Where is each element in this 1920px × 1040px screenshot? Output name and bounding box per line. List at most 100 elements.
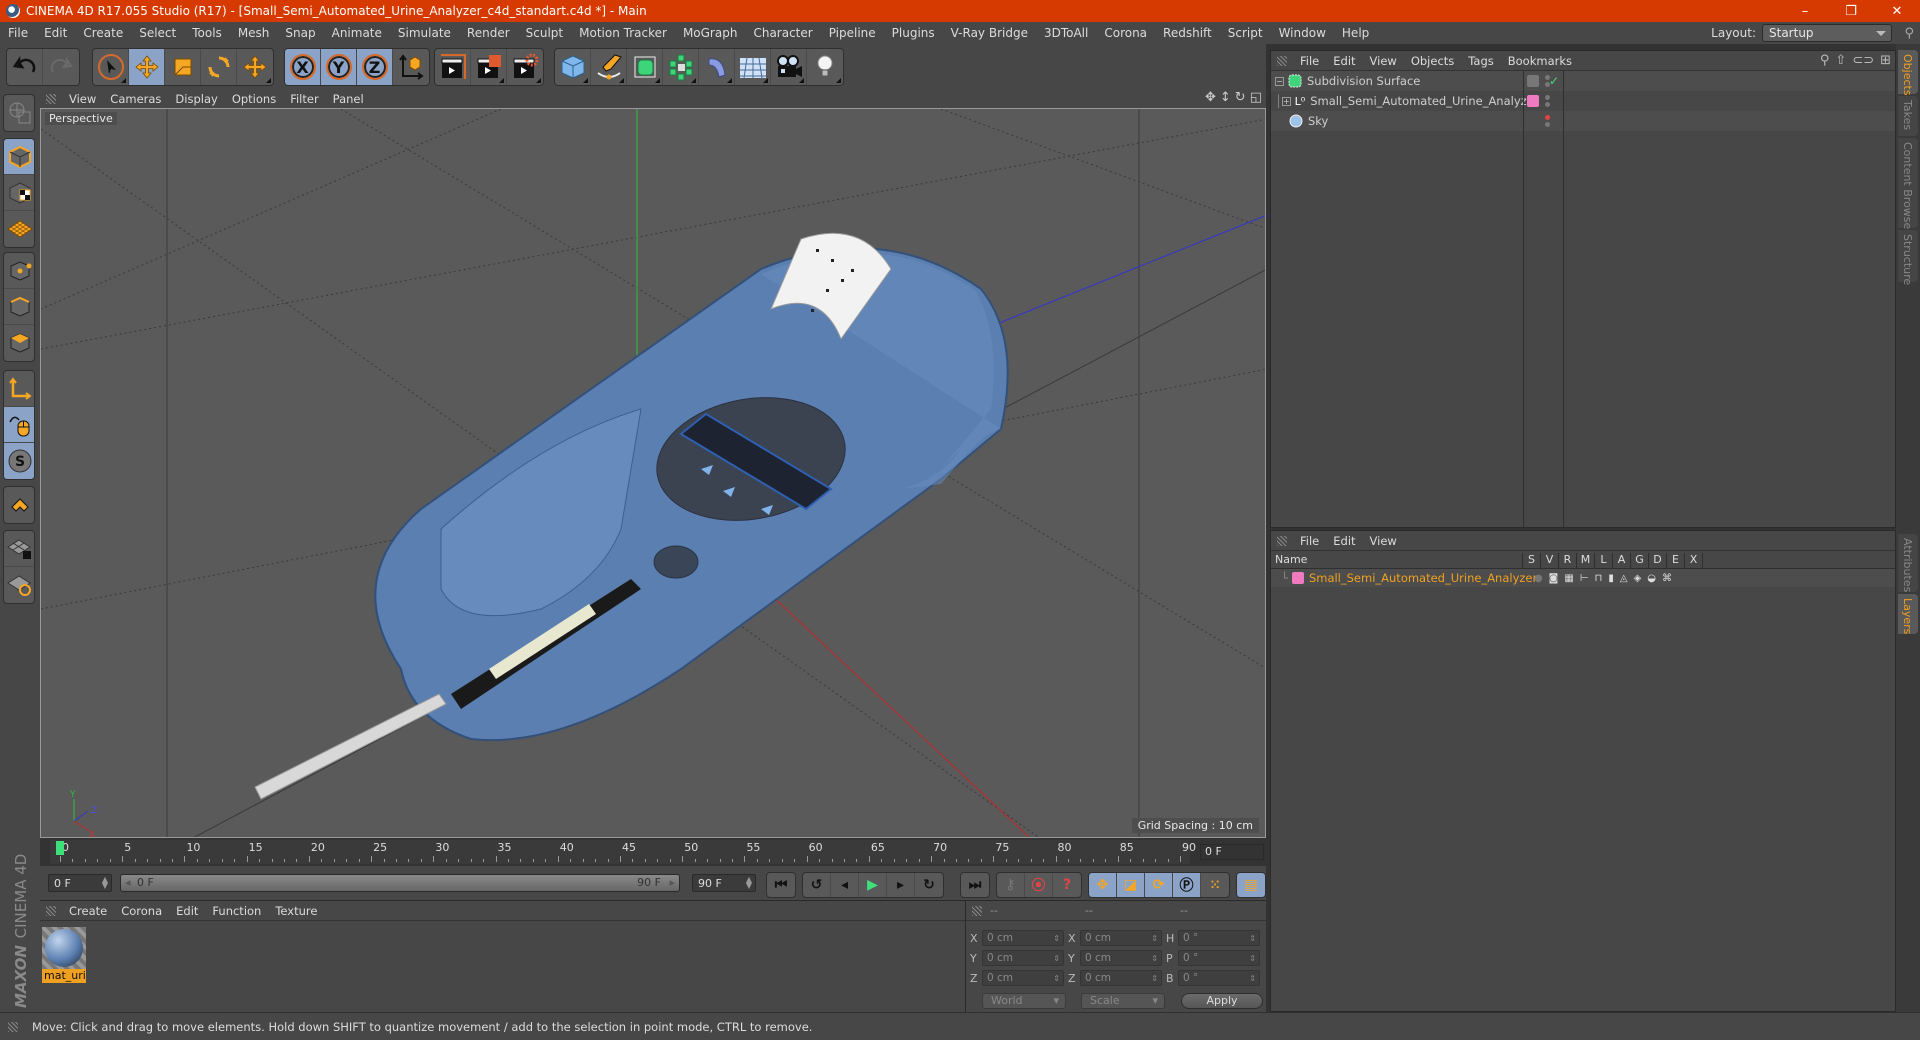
- material-menu-create[interactable]: Create: [62, 904, 114, 918]
- material-menu-function[interactable]: Function: [205, 904, 268, 918]
- menu-render[interactable]: Render: [459, 26, 518, 40]
- tab-layers[interactable]: Layers: [1898, 594, 1918, 634]
- column-render[interactable]: R: [1559, 553, 1577, 568]
- rotate-tool-button[interactable]: [201, 49, 237, 85]
- tab-objects[interactable]: Objects: [1898, 50, 1918, 96]
- expressions-toggle-icon[interactable]: ◒: [1647, 573, 1656, 584]
- frame-range-slider[interactable]: ◂ 0 F 90 F ▸: [120, 874, 680, 892]
- menu-redshift[interactable]: Redshift: [1155, 26, 1220, 40]
- manager-toggle-icon[interactable]: ⊢: [1580, 573, 1589, 584]
- range-right-arrow-icon[interactable]: ▸: [669, 876, 675, 889]
- panel-grip-icon[interactable]: [1277, 55, 1287, 66]
- tab-attributes[interactable]: Attributes: [1898, 534, 1918, 592]
- layer-color-swatch[interactable]: [1291, 572, 1304, 584]
- layers-menu-file[interactable]: File: [1293, 534, 1326, 548]
- column-solo[interactable]: S: [1523, 553, 1541, 568]
- workplane-rotate-button[interactable]: [4, 567, 34, 603]
- home-icon[interactable]: ⇧: [1835, 53, 1846, 68]
- layer-color-tag[interactable]: [1527, 95, 1539, 107]
- lock-toggle-icon[interactable]: ⊓: [1595, 573, 1603, 584]
- material-menu-corona[interactable]: Corona: [114, 904, 169, 918]
- animation-toggle-icon[interactable]: ▮: [1608, 573, 1614, 584]
- coordinate-space-dropdown[interactable]: World ▾: [982, 993, 1066, 1009]
- search-icon[interactable]: ⚲: [1820, 53, 1830, 68]
- play-button[interactable]: ▶: [859, 873, 887, 897]
- orbit-view-icon[interactable]: ↻: [1235, 90, 1246, 105]
- menu-vray-bridge[interactable]: V-Ray Bridge: [943, 26, 1036, 40]
- column-divider[interactable]: [1563, 71, 1564, 527]
- menu-tools[interactable]: Tools: [184, 26, 230, 40]
- object-row[interactable]: Sky: [1271, 111, 1895, 131]
- solo-button[interactable]: S: [4, 443, 34, 479]
- position-z-field[interactable]: 0 cm ⇕: [982, 970, 1064, 986]
- column-xref[interactable]: X: [1685, 553, 1703, 568]
- current-frame-readout[interactable]: 0 F: [1200, 844, 1264, 860]
- go-to-start-button[interactable]: ⏮: [767, 873, 795, 897]
- edges-mode-button[interactable]: [4, 289, 34, 325]
- visibility-dots[interactable]: [1545, 95, 1550, 107]
- render-to-picture-viewer-button[interactable]: [471, 49, 507, 85]
- rotation-track-button[interactable]: ⟳: [1145, 873, 1173, 897]
- workplane-mode-button[interactable]: [4, 211, 34, 247]
- column-manager[interactable]: M: [1577, 553, 1595, 568]
- previous-key-button[interactable]: ↺: [803, 873, 831, 897]
- render-toggle-icon[interactable]: ▦: [1564, 573, 1573, 584]
- move-tool-button[interactable]: [129, 49, 165, 85]
- toggle-layout-icon[interactable]: ◱: [1250, 90, 1262, 105]
- urine-analyzer-model[interactable]: [254, 232, 1009, 800]
- next-frame-button[interactable]: ▸: [887, 873, 915, 897]
- previous-frame-button[interactable]: ◂: [831, 873, 859, 897]
- size-y-field[interactable]: 0 cm ⇕: [1080, 950, 1162, 966]
- objects-menu-edit[interactable]: Edit: [1326, 54, 1362, 68]
- camera-button[interactable]: [771, 49, 807, 85]
- material-thumbnail[interactable]: mat_urir: [42, 927, 86, 983]
- objects-menu-view[interactable]: View: [1363, 54, 1404, 68]
- 3d-viewport[interactable]: Y Z X Perspective Grid Spacing : 10 cm: [40, 108, 1266, 838]
- menu-corona[interactable]: Corona: [1096, 26, 1155, 40]
- floor-button[interactable]: [735, 49, 771, 85]
- maximize-button[interactable]: ❐: [1828, 0, 1874, 22]
- position-track-button[interactable]: ✥: [1089, 873, 1117, 897]
- layer-row[interactable]: └ Small_Semi_Automated_Urine_Analyzer ● …: [1271, 569, 1895, 587]
- timeline-ruler[interactable]: 0 5 10 15 20 25 30 35 40 45 50 55 60 65 70 75 80 85 90: [50, 840, 1196, 864]
- position-x-field[interactable]: 0 cm ⇕: [982, 930, 1064, 946]
- objects-menu-objects[interactable]: Objects: [1404, 54, 1461, 68]
- xref-toggle-icon[interactable]: ⌘: [1662, 573, 1672, 584]
- column-deformers[interactable]: D: [1649, 553, 1667, 568]
- rotation-h-field[interactable]: 0 ° ⇕: [1178, 930, 1260, 946]
- menu-mograph[interactable]: MoGraph: [675, 26, 746, 40]
- subdivision-surface-button[interactable]: [627, 49, 663, 85]
- display-color-tag[interactable]: [1527, 75, 1539, 87]
- viewport-menu-options[interactable]: Options: [225, 92, 283, 106]
- column-expressions[interactable]: E: [1667, 553, 1685, 568]
- make-editable-button[interactable]: [4, 95, 34, 131]
- tab-content-browser[interactable]: Content Browser: [1898, 138, 1918, 234]
- recent-tool-button[interactable]: [237, 49, 273, 85]
- next-key-button[interactable]: ↻: [915, 873, 943, 897]
- texture-mode-button[interactable]: [4, 175, 34, 211]
- objects-menu-file[interactable]: File: [1293, 54, 1326, 68]
- playhead[interactable]: [56, 841, 64, 855]
- cube-object-button[interactable]: [555, 49, 591, 85]
- view-toggle-icon[interactable]: ◙: [1549, 573, 1559, 584]
- size-mode-dropdown[interactable]: Scale ▾: [1081, 993, 1165, 1009]
- tab-structure[interactable]: Structure: [1898, 230, 1918, 285]
- go-to-end-button[interactable]: ⏭: [961, 873, 989, 897]
- menu-sculpt[interactable]: Sculpt: [518, 26, 571, 40]
- render-settings-button[interactable]: [507, 49, 543, 85]
- material-menu-texture[interactable]: Texture: [268, 904, 324, 918]
- viewport-menu-filter[interactable]: Filter: [283, 92, 325, 106]
- undo-button[interactable]: [7, 49, 43, 85]
- enabled-checkmark-icon[interactable]: ✓: [1549, 74, 1559, 88]
- enable-axis-button[interactable]: [4, 371, 34, 407]
- deformer-button[interactable]: [699, 49, 735, 85]
- viewport-menu-display[interactable]: Display: [168, 92, 224, 106]
- menu-animate[interactable]: Animate: [324, 26, 390, 40]
- timeline-window-button[interactable]: ▤: [1237, 873, 1265, 897]
- y-axis-lock-button[interactable]: Y: [321, 49, 357, 85]
- column-divider[interactable]: [1523, 71, 1524, 527]
- panel-grip-icon[interactable]: [1277, 535, 1287, 546]
- position-y-field[interactable]: 0 cm ⇕: [982, 950, 1064, 966]
- layout-dropdown[interactable]: Startup: [1762, 24, 1892, 42]
- minimize-button[interactable]: –: [1782, 0, 1828, 22]
